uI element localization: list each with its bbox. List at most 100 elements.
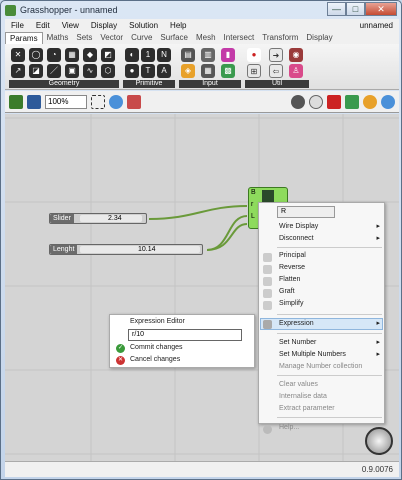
flask-icon[interactable]: ♙ <box>289 64 303 78</box>
submenu-arrow-icon: ▸ <box>376 351 380 358</box>
circle-param-icon[interactable]: ◯ <box>29 48 43 62</box>
version-label: 0.9.0076 <box>361 465 393 474</box>
back-arrow-icon[interactable]: ⇦ <box>269 64 283 78</box>
tab-params[interactable]: Params <box>5 32 43 44</box>
tab-sets[interactable]: Sets <box>72 32 96 44</box>
name-field[interactable]: R <box>277 206 335 218</box>
menu-set-multiple-numbers[interactable]: Set Multiple Numbers ▸ <box>259 349 384 361</box>
panel-icon[interactable]: ▤ <box>181 48 195 62</box>
point-param-icon[interactable]: ✕ <box>11 48 25 62</box>
menu-extract-parameter[interactable]: Extract parameter <box>259 403 384 415</box>
tab-vector[interactable]: Vector <box>96 32 127 44</box>
length-slider-component[interactable]: Lenght 10.14 <box>49 244 203 255</box>
plane-param-icon[interactable]: ◪ <box>29 64 43 78</box>
menu-wire-display[interactable]: Wire Display ▸ <box>259 221 384 233</box>
menu-clear-values[interactable]: Clear values <box>259 379 384 391</box>
tab-surface[interactable]: Surface <box>156 32 192 44</box>
tab-mesh[interactable]: Mesh <box>192 32 220 44</box>
commit-changes-button[interactable]: Commit changes <box>130 344 183 351</box>
globe-icon[interactable] <box>381 94 395 109</box>
expression-editor-title: Expression Editor <box>130 318 185 325</box>
brep-param-icon[interactable]: ◆ <box>83 48 97 62</box>
menu-graft[interactable]: Graft <box>259 286 384 298</box>
document-preview-icon[interactable] <box>363 94 377 109</box>
menu-disconnect[interactable]: Disconnect ▸ <box>259 233 384 245</box>
cherries-icon[interactable]: ● <box>247 48 261 62</box>
menu-view[interactable]: View <box>56 21 85 30</box>
navigation-compass[interactable] <box>365 427 393 455</box>
input-r[interactable]: r <box>251 201 253 208</box>
open-file-icon[interactable] <box>9 94 23 109</box>
grasshopper-canvas[interactable]: Slider 2.34 Lenght 10.14 B r L Expressio… <box>5 114 399 461</box>
menu-internalise-data[interactable]: Internalise data <box>259 391 384 403</box>
wireframe-preview-icon[interactable] <box>309 94 323 109</box>
expression-input[interactable]: r/10 <box>128 329 242 341</box>
image-sampler-icon[interactable]: ▩ <box>221 64 235 78</box>
menu-file[interactable]: File <box>5 21 30 30</box>
boolean-param-icon[interactable]: ◐ <box>125 48 139 62</box>
menu-reverse[interactable]: Reverse <box>259 262 384 274</box>
expression-editor: Expression Editor r/10 ✓ Commit changes … <box>109 314 255 368</box>
colour-swatch-icon[interactable]: ▦ <box>201 64 215 78</box>
tab-transform[interactable]: Transform <box>258 32 302 44</box>
menu-help-item[interactable]: Help... <box>259 422 384 434</box>
menu-display[interactable]: Display <box>85 21 123 30</box>
canvas-toolbar: 100% <box>5 91 399 113</box>
shaded-preview-icon[interactable] <box>327 94 341 109</box>
menu-flatten[interactable]: Flatten <box>259 274 384 286</box>
grasshopper-icon <box>5 4 16 16</box>
graph-mapper-icon[interactable]: ◈ <box>181 64 195 78</box>
colour-param-icon[interactable]: ● <box>125 64 139 78</box>
maximize-button[interactable]: □ <box>346 2 365 16</box>
box-param-icon[interactable]: ▣ <box>65 64 79 78</box>
menu-manage-number-collection[interactable]: Manage Number collection <box>259 361 384 373</box>
length-slider-label: Lenght <box>50 245 78 254</box>
slider-icon[interactable]: ▥ <box>201 48 215 62</box>
save-file-icon[interactable] <box>27 94 41 109</box>
menu-expression[interactable]: Expression ▸ <box>259 318 384 330</box>
selected-preview-icon[interactable] <box>345 94 359 109</box>
preview-eye-icon[interactable] <box>109 94 123 109</box>
tab-curve[interactable]: Curve <box>127 32 156 44</box>
number-param-icon[interactable]: N <box>157 48 171 62</box>
menu-solution[interactable]: Solution <box>123 21 164 30</box>
vector-param-icon[interactable]: ↗ <box>11 64 25 78</box>
gradient-icon[interactable]: ▮ <box>221 48 235 62</box>
input-b[interactable]: B <box>251 189 256 196</box>
mesh-param-icon[interactable]: ◩ <box>101 48 115 62</box>
tab-intersect[interactable]: Intersect <box>220 32 259 44</box>
menu-help[interactable]: Help <box>164 21 192 30</box>
arc-param-icon[interactable]: ◔ <box>47 48 61 62</box>
forward-arrow-icon[interactable]: ➜ <box>269 48 283 62</box>
expression-label: Expression <box>279 320 314 327</box>
menu-set-number[interactable]: Set Number ▸ <box>259 337 384 349</box>
zoom-select[interactable]: 100% <box>45 94 87 109</box>
menu-bar: File Edit View Display Solution Help unn… <box>5 19 399 32</box>
menu-edit[interactable]: Edit <box>30 21 56 30</box>
slider-component[interactable]: Slider 2.34 <box>49 213 147 224</box>
menu-divider <box>277 375 382 376</box>
tab-maths[interactable]: Maths <box>43 32 73 44</box>
component-tabs: Params Maths Sets Vector Curve Surface M… <box>5 32 399 44</box>
line-param-icon[interactable]: ／ <box>47 64 61 78</box>
integer-param-icon[interactable]: 1 <box>141 48 155 62</box>
input-l[interactable]: L <box>251 213 255 220</box>
geometry-param-icon[interactable]: ⬡ <box>101 64 115 78</box>
minimize-button[interactable]: — <box>327 2 346 16</box>
window-title: Grasshopper - unnamed <box>20 5 118 15</box>
sketch-pen-icon[interactable] <box>127 94 141 109</box>
menu-principal[interactable]: Principal <box>259 250 384 262</box>
domain-param-icon[interactable]: A <box>157 64 171 78</box>
surface-param-icon[interactable]: ▦ <box>65 48 79 62</box>
preview-mode-icon[interactable] <box>291 94 305 109</box>
zoom-extents-icon[interactable] <box>91 94 105 109</box>
curve-param-icon[interactable]: ∿ <box>83 64 97 78</box>
tab-display[interactable]: Display <box>302 32 336 44</box>
cancel-changes-button[interactable]: Cancel changes <box>130 356 180 363</box>
menu-divider <box>277 247 382 248</box>
menu-simplify[interactable]: Simplify <box>259 298 384 310</box>
string-param-icon[interactable]: T <box>141 64 155 78</box>
close-button[interactable]: ✕ <box>365 2 397 16</box>
galapagos-icon[interactable]: ◉ <box>289 48 303 62</box>
cluster-icon[interactable]: ⊞ <box>247 64 261 78</box>
